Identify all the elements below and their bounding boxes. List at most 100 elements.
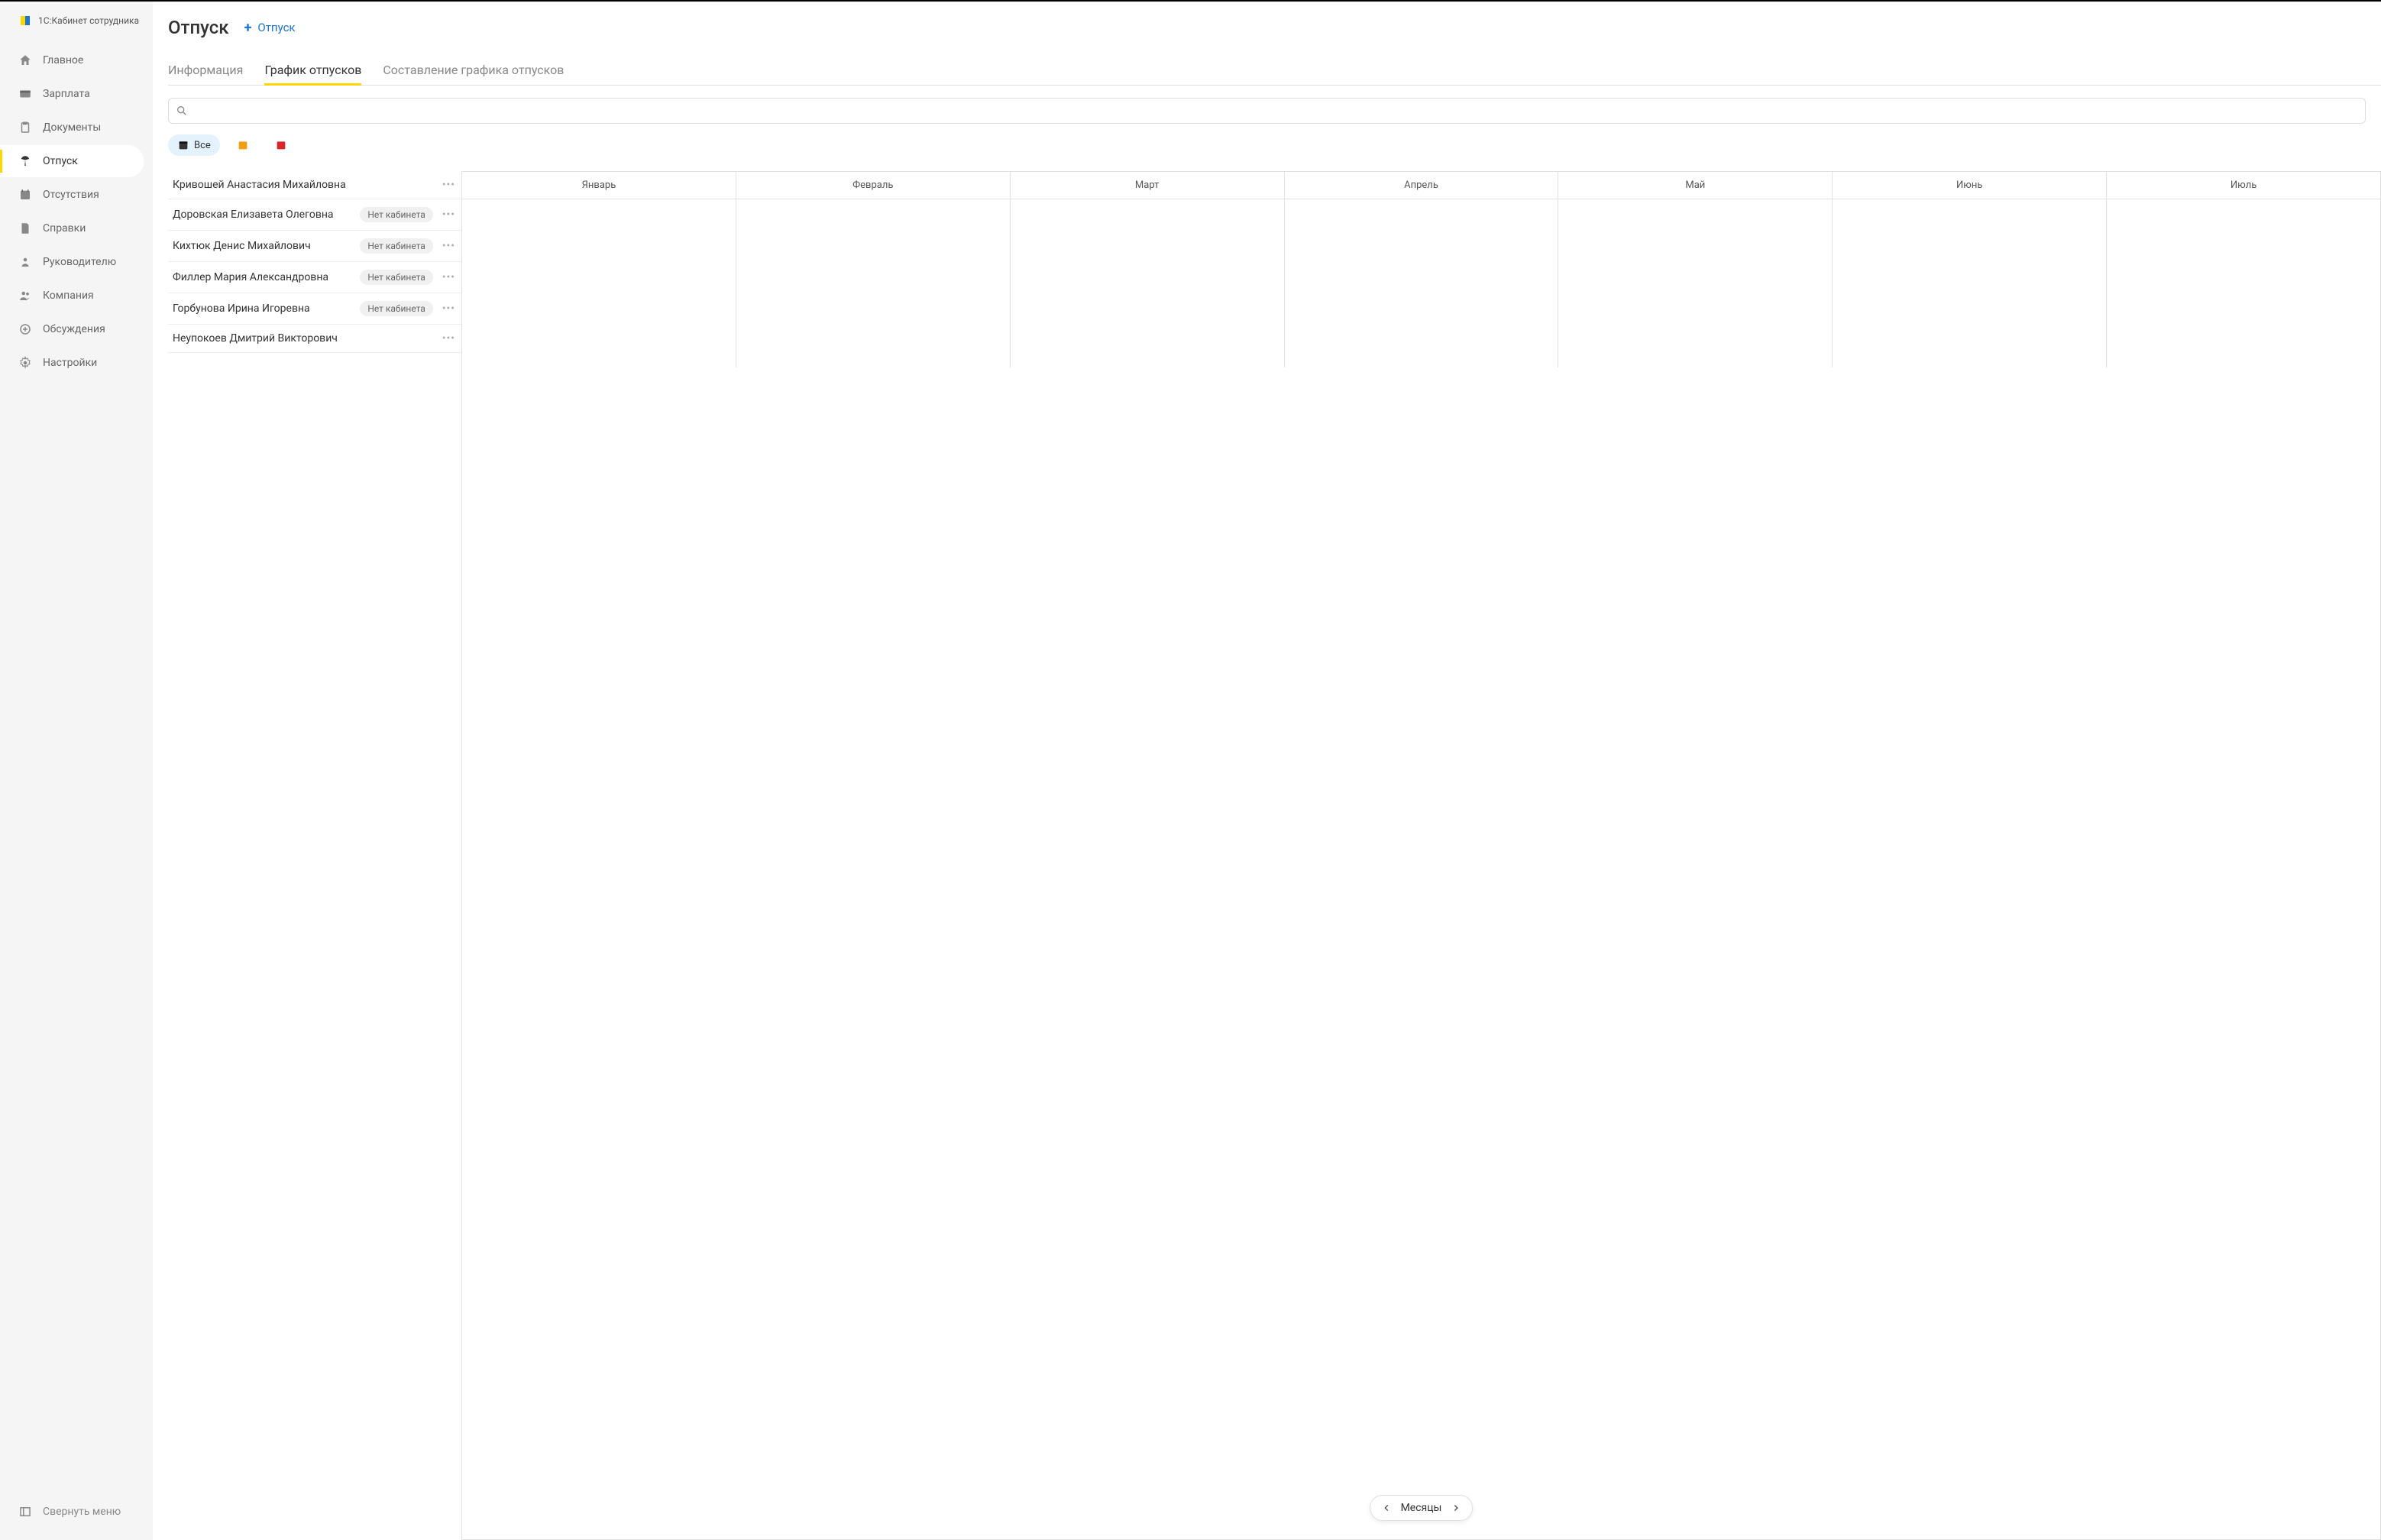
employee-name: Неупокоев Дмитрий Викторович — [173, 332, 338, 345]
vacation-icon — [18, 154, 32, 168]
collapse-menu-button[interactable]: Свернуть меню — [0, 1496, 153, 1528]
manager-icon — [18, 255, 32, 269]
sidebar-item-label: Отпуск — [43, 155, 78, 167]
employee-row[interactable]: Кривошей Анастасия Михайловна ••• — [168, 171, 461, 199]
sidebar-item-label: Справки — [43, 222, 86, 235]
sidebar-item-vacation[interactable]: Отпуск — [0, 145, 144, 177]
more-button[interactable]: ••• — [442, 240, 455, 252]
gear-icon — [18, 356, 32, 370]
people-icon — [18, 289, 32, 302]
filter-all-chip[interactable]: Все — [168, 134, 220, 156]
document-icon — [18, 222, 32, 235]
calendar-column — [1285, 199, 1559, 367]
calendar-column — [462, 199, 736, 367]
sidebar-item-label: Обсуждения — [43, 323, 105, 335]
employee-row[interactable]: Кихтюк Денис Михайлович Нет кабинета ••• — [168, 231, 461, 262]
home-icon — [18, 53, 32, 67]
filter-all-label: Все — [194, 140, 211, 151]
tab-compose-schedule[interactable]: Составление графика отпусков — [383, 57, 564, 85]
sidebar-item-salary[interactable]: Зарплата — [0, 78, 144, 110]
app-logo-icon — [18, 14, 32, 28]
search-input[interactable] — [168, 98, 2366, 124]
employee-name: Кихтюк Денис Михайлович — [173, 240, 311, 252]
calendar-nav: Месяцы — [1370, 1495, 1474, 1521]
prev-button[interactable] — [1381, 1503, 1392, 1513]
filter-approved-chip[interactable] — [228, 134, 258, 156]
sidebar-item-label: Руководителю — [43, 256, 116, 268]
calendar-month: Июль — [2107, 172, 2380, 199]
plus-icon: + — [244, 20, 252, 36]
filter-rejected-chip[interactable] — [266, 134, 296, 156]
calendar-x-icon — [18, 188, 32, 202]
more-button[interactable]: ••• — [442, 302, 455, 315]
calendar-body — [462, 199, 2380, 367]
app-title: 1С:Кабинет сотрудника — [38, 15, 139, 26]
filter-chips: Все — [168, 134, 2381, 156]
sidebar-item-discussions[interactable]: Обсуждения — [0, 313, 144, 345]
page-header: Отпуск + Отпуск — [168, 17, 2381, 38]
clipboard-icon — [18, 121, 32, 134]
calendar-pane: Январь Февраль Март Апрель Май Июнь Июль — [461, 171, 2381, 1540]
employee-row[interactable]: Филлер Мария Александровна Нет кабинета … — [168, 262, 461, 293]
calendar-approved-icon — [237, 139, 249, 151]
sidebar-item-label: Зарплата — [43, 88, 90, 100]
sidebar-item-label: Отсутствия — [43, 189, 99, 201]
more-button[interactable]: ••• — [442, 332, 455, 345]
employee-row[interactable]: Неупокоев Дмитрий Викторович ••• — [168, 325, 461, 353]
employee-name: Доровская Елизавета Олеговна — [173, 209, 334, 221]
chat-icon — [18, 322, 32, 336]
calendar-month: Февраль — [736, 172, 1011, 199]
page-title: Отпуск — [168, 17, 229, 38]
tab-info[interactable]: Информация — [168, 57, 243, 85]
calendar-month: Май — [1558, 172, 1833, 199]
employee-row[interactable]: Доровская Елизавета Олеговна Нет кабинет… — [168, 199, 461, 231]
employee-row[interactable]: Горбунова Ирина Игоревна Нет кабинета ••… — [168, 293, 461, 325]
no-cabinet-badge: Нет кабинета — [360, 238, 433, 254]
sidebar-header: 1С:Кабинет сотрудника — [0, 14, 153, 43]
calendar-column — [736, 199, 1011, 367]
sidebar: 1С:Кабинет сотрудника Главное Зарплата Д… — [0, 2, 153, 1540]
sidebar-item-absence[interactable]: Отсутствия — [0, 179, 144, 211]
calendar-nav-label: Месяцы — [1401, 1502, 1442, 1514]
sidebar-item-references[interactable]: Справки — [0, 212, 144, 244]
tabs: Информация График отпусков Составление г… — [168, 57, 2381, 86]
more-button[interactable]: ••• — [442, 209, 455, 221]
wallet-icon — [18, 87, 32, 101]
search-icon — [176, 105, 188, 117]
main-content: Отпуск + Отпуск Информация График отпуск… — [153, 2, 2381, 1540]
sidebar-item-documents[interactable]: Документы — [0, 112, 144, 144]
calendar-all-icon — [177, 139, 189, 151]
add-button-label: Отпуск — [257, 21, 295, 34]
calendar-rejected-icon — [275, 139, 287, 151]
more-button[interactable]: ••• — [442, 271, 455, 283]
employee-name: Филлер Мария Александровна — [173, 271, 328, 283]
search-bar — [168, 98, 2366, 124]
sidebar-item-label: Компания — [43, 290, 94, 302]
next-button[interactable] — [1451, 1503, 1461, 1513]
collapse-icon — [18, 1505, 32, 1519]
no-cabinet-badge: Нет кабинета — [360, 301, 433, 316]
employee-name: Кривошей Анастасия Михайловна — [173, 179, 346, 191]
sidebar-item-settings[interactable]: Настройки — [0, 347, 144, 379]
sidebar-nav: Главное Зарплата Документы Отпуск Отсутс… — [0, 43, 153, 1496]
calendar-column — [1833, 199, 2107, 367]
sidebar-item-company[interactable]: Компания — [0, 280, 144, 312]
content-split: Кривошей Анастасия Михайловна ••• Доровс… — [168, 171, 2381, 1540]
sidebar-item-main[interactable]: Главное — [0, 44, 144, 76]
employee-list: Кривошей Анастасия Михайловна ••• Доровс… — [168, 171, 461, 1540]
calendar-column — [1558, 199, 1833, 367]
calendar-month: Январь — [462, 172, 736, 199]
no-cabinet-badge: Нет кабинета — [360, 270, 433, 285]
sidebar-item-label: Настройки — [43, 357, 97, 369]
sidebar-item-manager[interactable]: Руководителю — [0, 246, 144, 278]
add-vacation-button[interactable]: + Отпуск — [244, 20, 296, 36]
employee-name: Горбунова Ирина Игоревна — [173, 302, 310, 315]
sidebar-item-label: Документы — [43, 121, 101, 134]
sidebar-item-label: Главное — [43, 54, 83, 66]
more-button[interactable]: ••• — [442, 179, 455, 191]
calendar-month: Июнь — [1833, 172, 2107, 199]
calendar-month: Апрель — [1285, 172, 1559, 199]
calendar-month: Март — [1011, 172, 1285, 199]
tab-schedule[interactable]: График отпусков — [264, 57, 361, 85]
calendar-header: Январь Февраль Март Апрель Май Июнь Июль — [462, 172, 2380, 199]
